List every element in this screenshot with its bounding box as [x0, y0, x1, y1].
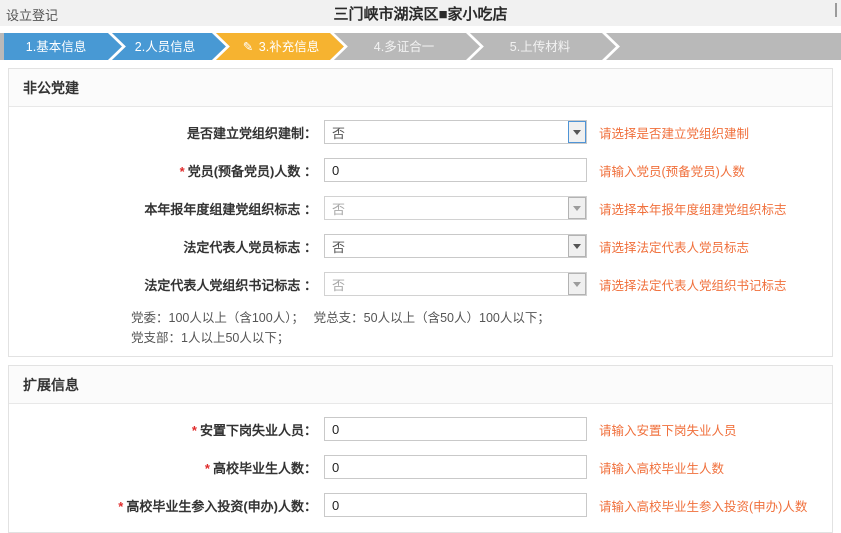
field-hint: 请输入党员(预备党员)人数 — [599, 161, 745, 180]
form-row: *安置下岗失业人员： 请输入安置下岗失业人员 — [9, 410, 832, 448]
field-hint: 请选择本年报年度组建党组织标志 — [599, 199, 787, 218]
form-row: *高校毕业生人数： 请输入高校毕业生人数 — [9, 448, 832, 486]
party-member-count-input[interactable] — [324, 158, 587, 182]
chevron-down-icon — [573, 244, 581, 249]
field-label: *高校毕业生人数： — [9, 458, 317, 477]
note-line-1: 党委：100人以上（含100人）； 党总支：50人以上（含50人）100人以下； — [131, 308, 832, 328]
step-4-label: 4.多证合一 — [374, 39, 434, 54]
note-line-2: 党支部：1人以上50人以下； — [131, 328, 832, 348]
field-label: *党员(预备党员)人数 ： — [9, 161, 317, 180]
required-asterisk: * — [192, 423, 197, 438]
business-name-title: 三门峡市湖滨区■家小吃店 — [0, 3, 841, 24]
top-header-bar: 设立登记 三门峡市湖滨区■家小吃店 — [0, 0, 841, 26]
annual-report-party-org-flag-select[interactable]: 否 — [324, 196, 587, 220]
field-hint: 请选择法定代表人党组织书记标志 — [599, 275, 787, 294]
section-extended-info: 扩展信息 *安置下岗失业人员： 请输入安置下岗失业人员 *高校毕业生人数： 请输… — [8, 365, 833, 533]
field-hint: 请输入高校毕业生人数 — [599, 458, 724, 477]
field-label: 是否建立党组织建制： — [9, 123, 317, 142]
college-graduates-input[interactable] — [324, 455, 587, 479]
chevron-down-icon — [573, 282, 581, 287]
scrollbar-sliver — [835, 3, 837, 17]
required-asterisk: * — [180, 164, 185, 179]
step-upload-materials[interactable]: 5.上传材料 — [470, 33, 616, 60]
wizard-steps-graphic: 1.基本信息 2.人员信息 ✎ 3.补充信息 4.多证合一 5.上传材料 — [0, 33, 841, 60]
form-content: 非公党建 是否建立党组织建制： 否 请选择是否建立党组织建制 *党员(预备党员)… — [0, 60, 841, 533]
party-size-note: 党委：100人以上（含100人）； 党总支：50人以上（含50人）100人以下；… — [131, 308, 832, 348]
step-personnel-info[interactable]: 2.人员信息 — [112, 33, 226, 60]
field-label: *高校毕业生参入投资(申办)人数： — [9, 496, 317, 515]
graduate-investors-input[interactable] — [324, 493, 587, 517]
chevron-down-icon — [573, 130, 581, 135]
field-label: 法定代表人党组织书记标志 ： — [9, 275, 317, 294]
select-value: 否 — [332, 237, 345, 256]
section-title: 非公党建 — [9, 69, 832, 107]
form-row: *党员(预备党员)人数 ： 请输入党员(预备党员)人数 — [9, 151, 832, 189]
form-row: 法定代表人党组织书记标志 ： 否 请选择法定代表人党组织书记标志 — [9, 265, 832, 303]
pencil-icon: ✎ — [243, 40, 253, 54]
select-value: 否 — [332, 123, 345, 142]
step-5-label: 5.上传材料 — [510, 39, 571, 54]
step-2-label: 2.人员信息 — [135, 39, 195, 54]
field-hint: 请选择法定代表人党员标志 — [599, 237, 749, 256]
field-hint: 请输入安置下岗失业人员 — [599, 420, 737, 439]
form-row: 本年报年度组建党组织标志 ： 否 请选择本年报年度组建党组织标志 — [9, 189, 832, 227]
field-label: *安置下岗失业人员： — [9, 420, 317, 439]
step-basic-info[interactable]: 1.基本信息 — [4, 33, 122, 60]
required-asterisk: * — [118, 499, 123, 514]
field-label: 法定代表人党员标志 ： — [9, 237, 317, 256]
form-row: 是否建立党组织建制： 否 请选择是否建立党组织建制 — [9, 113, 832, 151]
select-value: 否 — [332, 199, 345, 218]
legal-rep-party-member-flag-select[interactable]: 否 — [324, 234, 587, 258]
form-row: *高校毕业生参入投资(申办)人数： 请输入高校毕业生参入投资(申办)人数 — [9, 486, 832, 524]
required-asterisk: * — [205, 461, 210, 476]
laid-off-workers-input[interactable] — [324, 417, 587, 441]
field-label: 本年报年度组建党组织标志 ： — [9, 199, 317, 218]
section-title: 扩展信息 — [9, 366, 832, 404]
dropdown-arrow-button[interactable] — [568, 273, 586, 295]
dropdown-arrow-button[interactable] — [568, 235, 586, 257]
dropdown-arrow-button[interactable] — [568, 197, 586, 219]
step-3-label: 3.补充信息 — [259, 39, 319, 54]
step-multi-certificate[interactable]: 4.多证合一 — [334, 33, 480, 60]
legal-rep-party-secretary-flag-select[interactable]: 否 — [324, 272, 587, 296]
step-1-label: 1.基本信息 — [26, 39, 86, 54]
wizard-step-bar: 1.基本信息 2.人员信息 ✎ 3.补充信息 4.多证合一 5.上传材料 — [0, 33, 841, 60]
party-org-established-select[interactable]: 否 — [324, 120, 587, 144]
field-hint: 请选择是否建立党组织建制 — [599, 123, 749, 142]
chevron-down-icon — [573, 206, 581, 211]
step-supplementary-info[interactable]: ✎ 3.补充信息 — [216, 33, 344, 60]
select-value: 否 — [332, 275, 345, 294]
section-party-building: 非公党建 是否建立党组织建制： 否 请选择是否建立党组织建制 *党员(预备党员)… — [8, 68, 833, 357]
dropdown-arrow-button[interactable] — [568, 121, 586, 143]
field-hint: 请输入高校毕业生参入投资(申办)人数 — [599, 496, 807, 515]
form-row: 法定代表人党员标志 ： 否 请选择法定代表人党员标志 — [9, 227, 832, 265]
